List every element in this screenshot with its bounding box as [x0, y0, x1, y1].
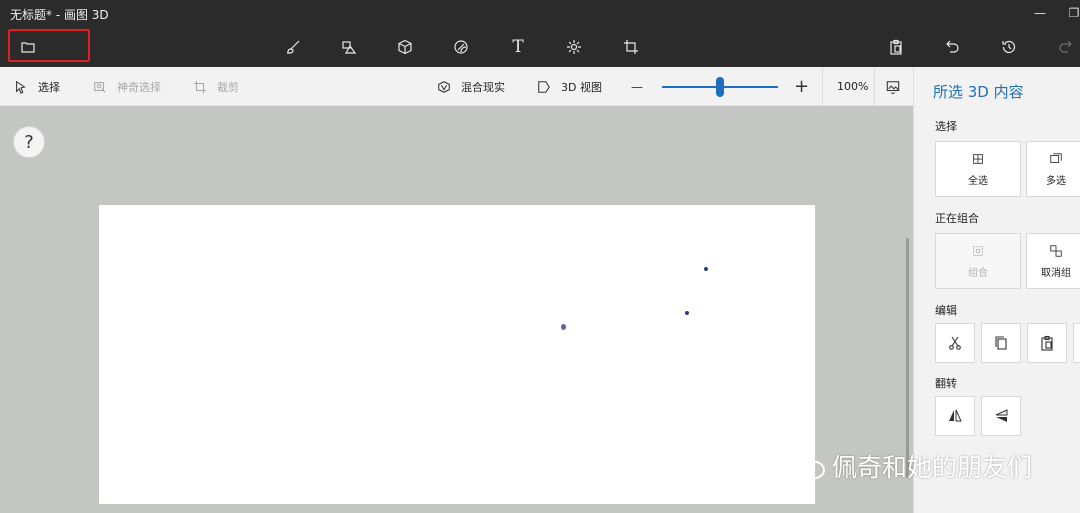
properties-panel: 所选 3D 内容 选择 全选 多选 正在组合 组合 取消组 编辑 翻转	[913, 67, 1080, 513]
crop-button[interactable]: 裁剪	[193, 67, 239, 106]
undo-icon[interactable]	[940, 34, 966, 60]
drawing-canvas[interactable]	[99, 205, 815, 504]
wechat-icon	[786, 452, 825, 480]
view-3d-label: 3D 视图	[561, 80, 602, 94]
cursor-icon	[16, 80, 26, 94]
group-button[interactable]: 组合	[935, 233, 1021, 289]
title-bar: 无标题* - 画图 3D — ❐	[0, 0, 1080, 67]
magic-select-icon	[94, 81, 106, 93]
menu-icon[interactable]	[15, 34, 41, 60]
magic-select-label: 神奇选择	[117, 80, 161, 94]
2d-shapes-icon[interactable]	[336, 34, 362, 60]
watermark-text: 佩奇和她的朋友们	[832, 453, 1033, 482]
toolbar-divider	[874, 67, 875, 106]
multi-select-icon	[1050, 152, 1062, 163]
help-button[interactable]: ?	[13, 126, 45, 158]
ungroup-button[interactable]: 取消组	[1026, 233, 1080, 289]
multi-select-label: 多选	[1046, 175, 1066, 187]
zoom-out-button[interactable]: —	[631, 67, 643, 106]
canvas-dot	[704, 267, 708, 271]
canvas-dot	[561, 324, 566, 330]
group-section-label: 正在组合	[935, 212, 979, 225]
flip-horizontal-icon	[949, 409, 962, 422]
zoom-level[interactable]: 100%	[837, 67, 868, 106]
vertical-scrollbar[interactable]	[906, 238, 909, 478]
flip-vertical-button[interactable]	[981, 396, 1021, 436]
crop-label: 裁剪	[217, 80, 239, 94]
copy-icon	[995, 336, 1007, 350]
select-all-icon	[973, 153, 983, 164]
copy-button[interactable]	[981, 323, 1021, 363]
history-icon[interactable]	[996, 34, 1022, 60]
flip-vertical-icon	[995, 409, 1008, 422]
effects-icon[interactable]	[561, 34, 587, 60]
image-view-button[interactable]	[886, 67, 910, 106]
text-icon[interactable]: T	[505, 34, 531, 60]
paste-icon	[1041, 335, 1053, 351]
mixed-reality-button[interactable]: 混合现实	[437, 67, 505, 106]
paste-icon[interactable]	[883, 34, 909, 60]
window-title: 无标题* - 画图 3D	[10, 8, 109, 22]
mixed-reality-label: 混合现实	[461, 80, 505, 94]
magic-select-button[interactable]: 神奇选择	[93, 67, 161, 106]
watermark: 佩奇和她的朋友们	[784, 448, 1032, 484]
3d-shapes-icon[interactable]	[392, 34, 418, 60]
select-section-label: 选择	[935, 120, 957, 133]
more-edit-button[interactable]	[1073, 323, 1080, 363]
panel-title: 所选 3D 内容	[933, 83, 1024, 101]
ungroup-icon	[1050, 244, 1062, 257]
select-all-button[interactable]: 全选	[935, 141, 1021, 197]
zoom-slider-handle[interactable]	[716, 77, 724, 97]
image-icon	[886, 80, 900, 94]
flip-horizontal-button[interactable]	[935, 396, 975, 436]
ungroup-label: 取消组	[1041, 267, 1071, 279]
select-button[interactable]: 选择	[14, 67, 60, 106]
canvas-dot	[685, 311, 689, 315]
select-all-label: 全选	[968, 175, 988, 187]
zoom-in-button[interactable]: +	[794, 67, 809, 106]
toolbar-divider	[822, 67, 823, 106]
scissors-icon	[949, 336, 961, 350]
group-icon	[973, 245, 983, 256]
brush-icon[interactable]	[280, 34, 306, 60]
restore-button[interactable]: ❐	[1064, 4, 1080, 22]
multi-select-button[interactable]: 多选	[1026, 141, 1080, 197]
cut-button[interactable]	[935, 323, 975, 363]
paste-button[interactable]	[1027, 323, 1067, 363]
view-3d-icon	[538, 80, 550, 93]
crop-icon	[193, 80, 207, 93]
edit-section-label: 编辑	[935, 304, 957, 317]
flip-section-label: 翻转	[935, 377, 957, 390]
redo-icon[interactable]	[1052, 34, 1078, 60]
mixed-reality-icon	[438, 80, 450, 93]
group-label: 组合	[968, 267, 988, 279]
minimize-button[interactable]: —	[1030, 4, 1050, 22]
stickers-icon[interactable]	[448, 34, 474, 60]
view-3d-button[interactable]: 3D 视图	[537, 67, 602, 106]
select-label: 选择	[38, 80, 60, 94]
canvas-icon[interactable]	[618, 34, 644, 60]
